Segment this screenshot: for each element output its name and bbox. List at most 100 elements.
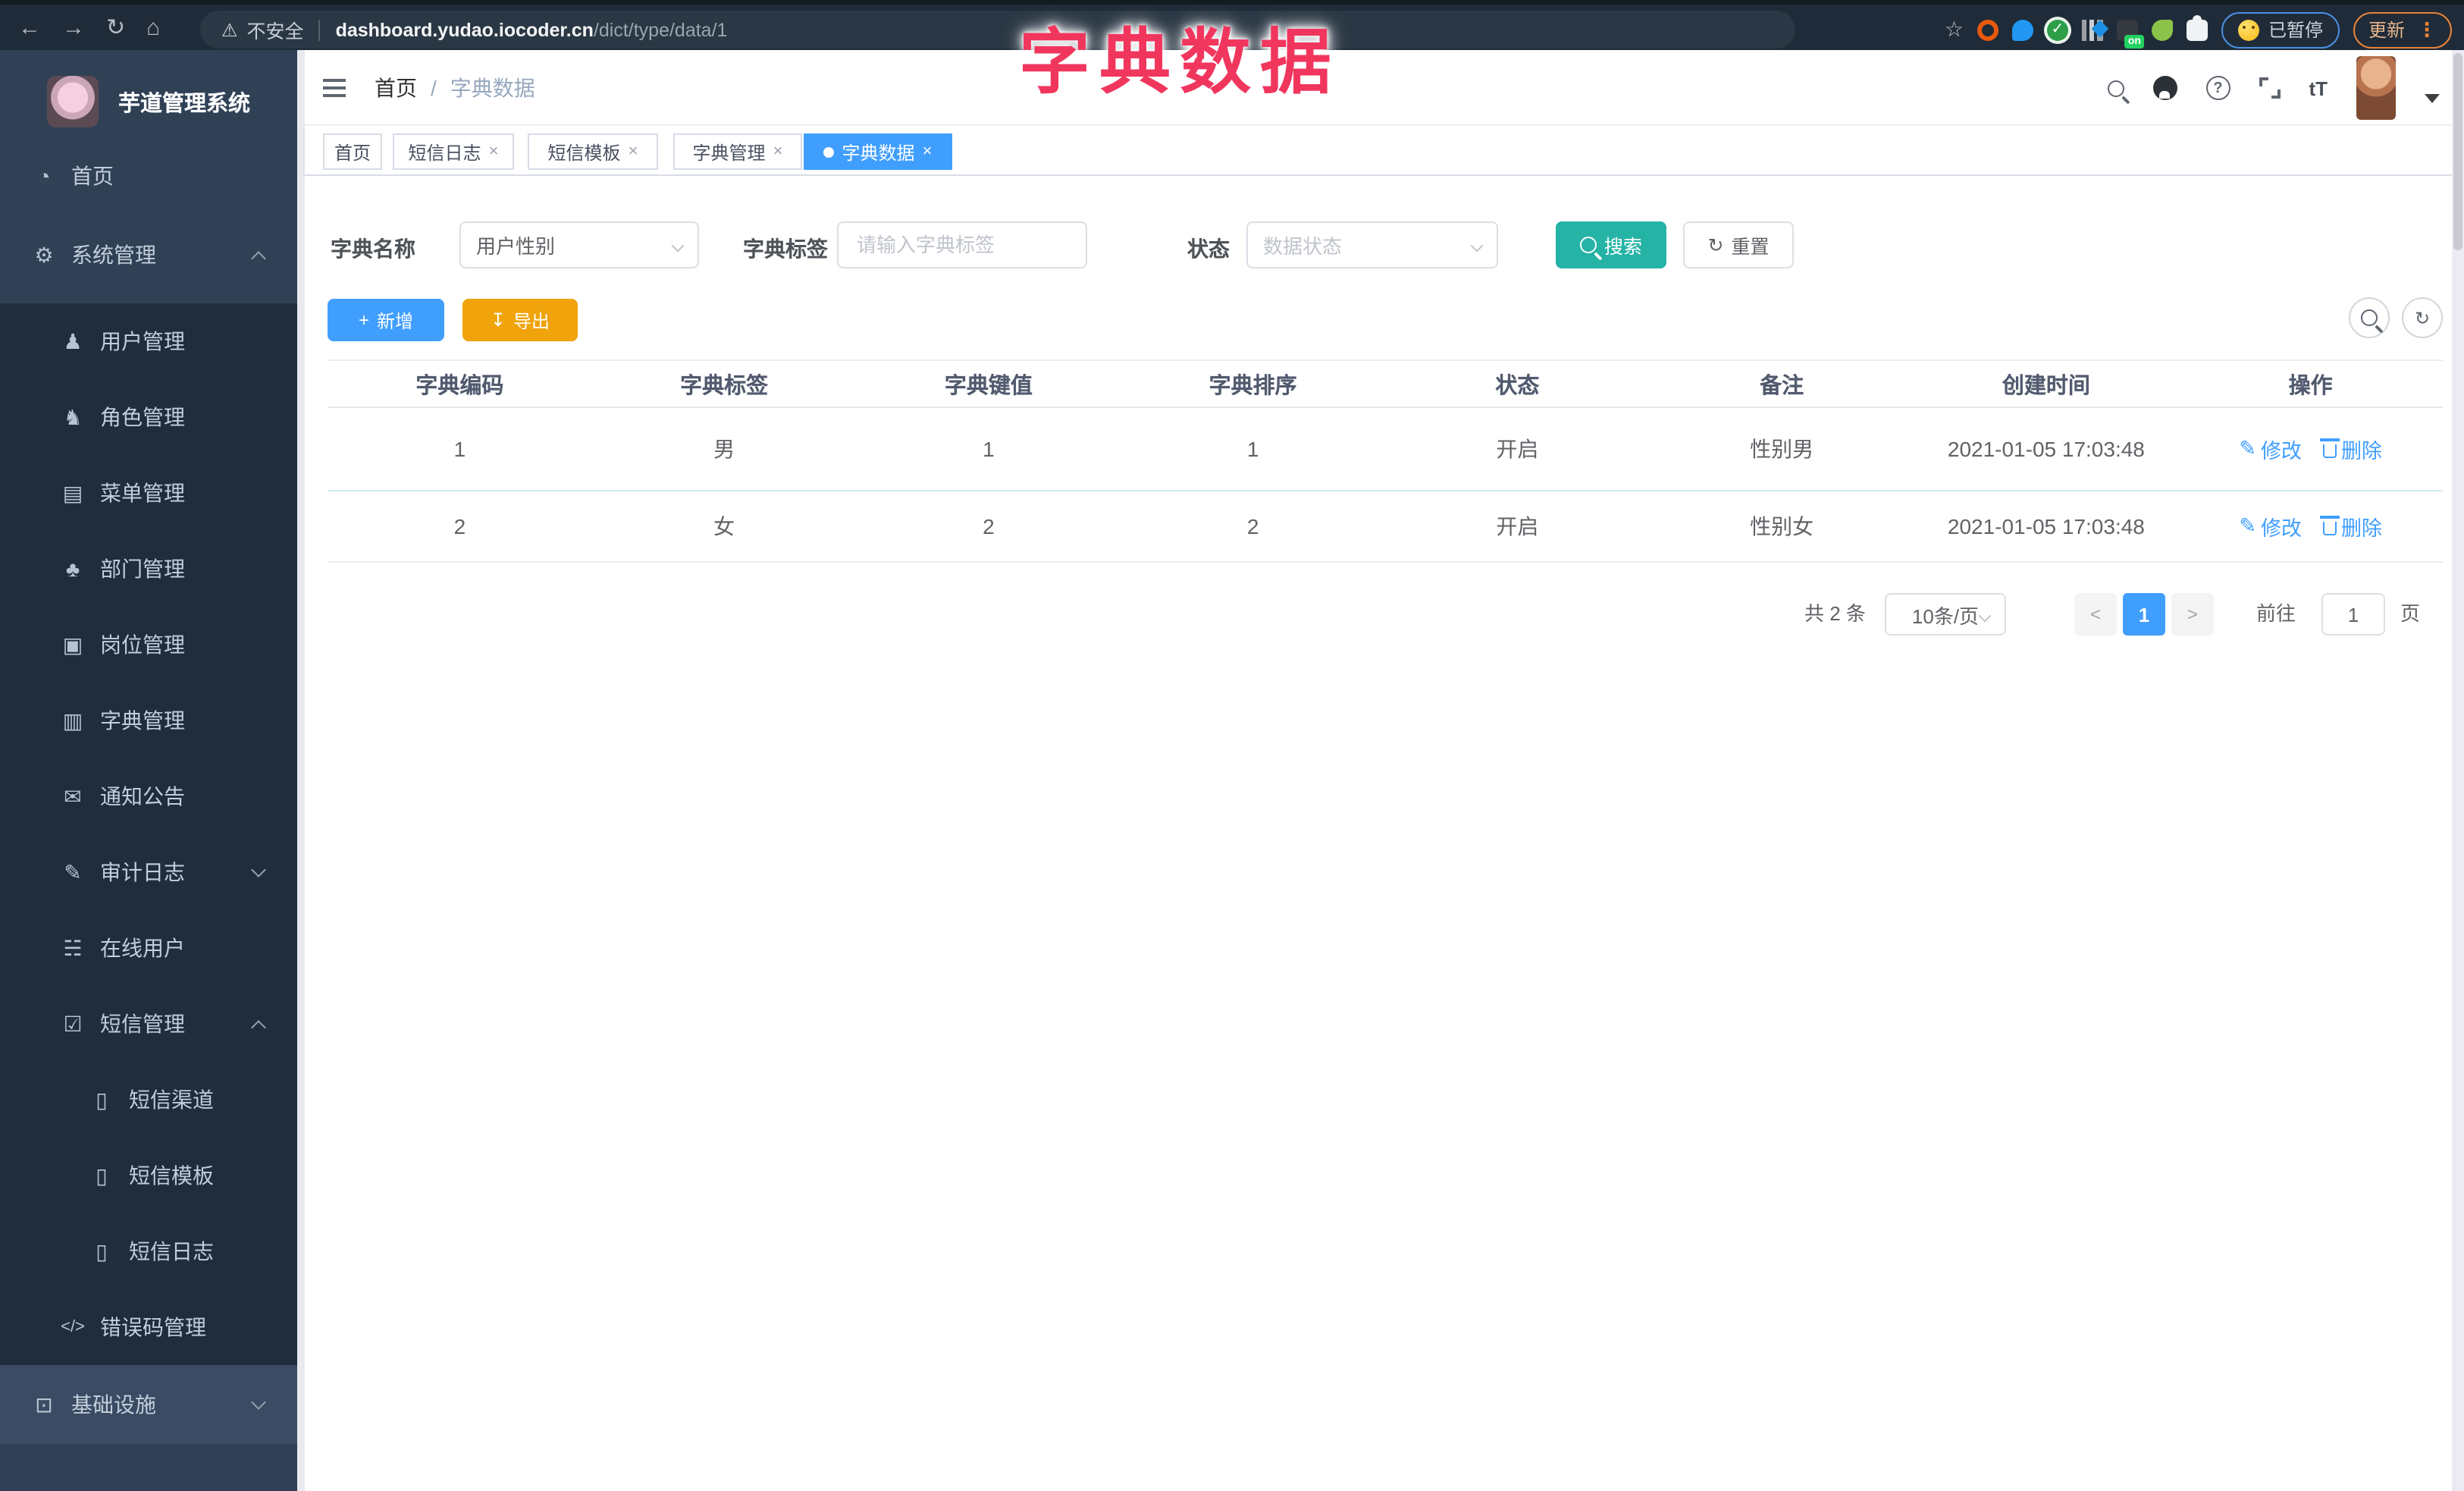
- sidebar-item-label: 岗位管理: [100, 632, 185, 657]
- sidebar-item-dict-management[interactable]: ▥ 字典管理: [0, 683, 297, 758]
- extension-icon-green-check[interactable]: ✓: [2046, 19, 2068, 40]
- page-size-select[interactable]: 10条/页: [1885, 593, 2006, 636]
- sidebar-item-sms-management[interactable]: ☑ 短信管理: [0, 986, 297, 1062]
- delete-label: 删除: [2340, 517, 2382, 540]
- sidebar-item-label: 首页: [71, 164, 114, 188]
- sidebar-item-post-management[interactable]: ▣ 岗位管理: [0, 607, 297, 683]
- sidebar-item-online-users[interactable]: ☵ 在线用户: [0, 910, 297, 986]
- scrollbar-thumb[interactable]: [2453, 53, 2462, 250]
- sidebar-item-notice[interactable]: ✉ 通知公告: [0, 758, 297, 834]
- edit-label: 修改: [2260, 440, 2302, 463]
- sidebar-item-audit-log[interactable]: ✎ 审计日志: [0, 834, 297, 910]
- tab-home[interactable]: 首页: [323, 133, 382, 170]
- github-icon[interactable]: [2152, 76, 2177, 100]
- extensions-puzzle-icon[interactable]: [2186, 14, 2208, 40]
- tab-sms-log[interactable]: 短信日志 ×: [393, 133, 514, 170]
- column-header: 字典排序: [1208, 374, 1297, 398]
- sidebar-item-home[interactable]: ◔ 首页: [0, 138, 297, 214]
- extension-on-badge: on: [2124, 34, 2144, 48]
- extension-icon-green[interactable]: [2151, 19, 2173, 40]
- extension-icon-switch[interactable]: on: [2116, 19, 2144, 48]
- sidebar-item-menu-management[interactable]: ▤ 菜单管理: [0, 455, 297, 531]
- not-secure-label[interactable]: 不安全: [247, 15, 304, 44]
- search-icon[interactable]: [2107, 80, 2124, 96]
- goto-page-input[interactable]: [2323, 595, 2384, 634]
- prev-page-button[interactable]: <: [2074, 593, 2117, 636]
- sidebar-item-infrastructure[interactable]: ⊡ 基础设施: [0, 1365, 297, 1444]
- add-button[interactable]: + 新增: [328, 299, 444, 341]
- sidebar-item-department-management[interactable]: ♣ 部门管理: [0, 531, 297, 607]
- edit-link[interactable]: ✎ 修改: [2239, 511, 2302, 541]
- refresh-icon: ↻: [2414, 307, 2431, 328]
- application-window: ← → ↻ ⌂ ⚠ 不安全 dashboard.yudao.iocoder.cn…: [0, 0, 2464, 1491]
- next-page-button[interactable]: >: [2171, 593, 2214, 636]
- sidebar-scrollbar[interactable]: [297, 50, 305, 1491]
- dict-label-label: 字典标签: [743, 237, 828, 261]
- font-size-icon[interactable]: tT: [2309, 77, 2328, 99]
- reset-button[interactable]: ↻ 重置: [1683, 221, 1794, 268]
- profile-paused-chip[interactable]: 已暂停: [2221, 11, 2340, 48]
- sidebar-item-sms-channel[interactable]: ▯ 短信渠道: [0, 1062, 297, 1138]
- dict-label-input[interactable]: [854, 232, 1071, 258]
- avatar-dropdown-caret-icon[interactable]: [2425, 94, 2440, 103]
- toggle-search-circle-button[interactable]: [2349, 297, 2390, 338]
- collapse-sidebar-icon[interactable]: [323, 79, 346, 97]
- reload-icon[interactable]: ↻: [106, 14, 125, 41]
- dict-name-select[interactable]: 用户性别: [459, 221, 699, 268]
- export-button-label: 导出: [513, 310, 550, 331]
- cell-value: 1: [983, 437, 995, 461]
- goto-label: 前往: [2256, 602, 2296, 625]
- close-icon[interactable]: ×: [489, 143, 499, 161]
- sidebar-item-sms-log[interactable]: ▯ 短信日志: [0, 1213, 297, 1289]
- dict-data-table: 字典编码 字典标签 字典键值 字典排序 状态 备注 创建时间 操作 1 男 1 …: [328, 359, 2443, 563]
- url-domain[interactable]: dashboard.yudao.iocoder.cn: [336, 19, 594, 40]
- home-icon[interactable]: ⌂: [146, 14, 160, 40]
- page-size-value: 10条/页: [1911, 604, 1980, 627]
- close-icon[interactable]: ×: [923, 143, 933, 161]
- gear-icon: ⚙: [34, 242, 54, 266]
- edit-icon: ✎: [2239, 514, 2256, 537]
- tab-dict-data[interactable]: 字典数据 ×: [804, 133, 952, 170]
- search-button[interactable]: 搜索: [1556, 221, 1666, 268]
- overlay-annotation-title: 字典数据: [1019, 21, 1340, 102]
- page-scrollbar[interactable]: [2452, 50, 2464, 1491]
- user-avatar[interactable]: [2356, 56, 2396, 120]
- page-number-1[interactable]: 1: [2123, 593, 2165, 636]
- breadcrumb-home[interactable]: 首页: [375, 73, 417, 103]
- tab-label: 字典管理: [692, 142, 766, 163]
- address-bar[interactable]: ⚠ 不安全 dashboard.yudao.iocoder.cn /dict/t…: [200, 11, 1795, 49]
- column-header: 状态: [1495, 374, 1540, 398]
- extension-icon-blue-drop[interactable]: [2011, 19, 2033, 40]
- sidebar-item-sms-template[interactable]: ▯ 短信模板: [0, 1138, 297, 1213]
- browser-update-button[interactable]: 更新 ⋮: [2353, 11, 2452, 48]
- tab-sms-template[interactable]: 短信模板 ×: [528, 133, 658, 170]
- badge-icon: ▣: [62, 632, 83, 656]
- close-icon[interactable]: ×: [629, 143, 638, 161]
- edit-link[interactable]: ✎ 修改: [2239, 434, 2302, 464]
- browser-menu-icon[interactable]: ⋮: [2417, 17, 2437, 42]
- cell-sort: 2: [1246, 514, 1259, 538]
- export-button[interactable]: ↧ 导出: [462, 299, 578, 341]
- back-icon[interactable]: ←: [18, 14, 41, 40]
- extension-icon-orange[interactable]: [1977, 19, 1998, 40]
- delete-link[interactable]: 删除: [2319, 511, 2382, 541]
- extension-icon-columns[interactable]: [2081, 19, 2103, 40]
- sidebar-item-label: 基础设施: [71, 1392, 156, 1417]
- fullscreen-icon[interactable]: [2259, 77, 2281, 99]
- forward-icon[interactable]: →: [62, 14, 85, 40]
- delete-link[interactable]: 删除: [2319, 434, 2382, 464]
- sidebar-logo[interactable]: 芋道管理系统: [0, 62, 297, 141]
- bookmark-star-icon[interactable]: ☆: [1945, 17, 1964, 42]
- sidebar-item-label: 错误码管理: [100, 1315, 206, 1339]
- status-select[interactable]: 数据状态: [1246, 221, 1498, 268]
- help-icon[interactable]: ?: [2205, 76, 2230, 100]
- sidebar-item-user-management[interactable]: ♟ 用户管理: [0, 303, 297, 379]
- close-icon[interactable]: ×: [773, 143, 783, 161]
- sidebar-item-system-management[interactable]: ⚙ 系统管理: [0, 217, 297, 293]
- code-icon: </>: [61, 1318, 85, 1336]
- refresh-circle-button[interactable]: ↻: [2402, 297, 2443, 338]
- url-path[interactable]: /dict/type/data/1: [594, 19, 728, 40]
- sidebar-item-error-code[interactable]: </> 错误码管理: [0, 1289, 297, 1365]
- sidebar-item-role-management[interactable]: ♞ 角色管理: [0, 379, 297, 455]
- tab-dict-management[interactable]: 字典管理 ×: [673, 133, 802, 170]
